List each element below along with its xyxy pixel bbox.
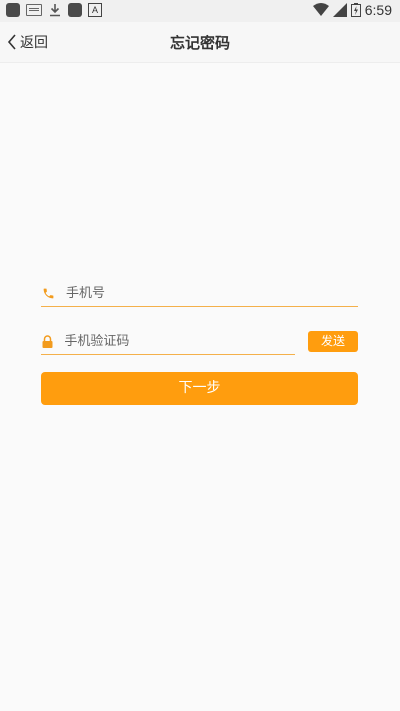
nav-bar: 返回 忘记密码	[0, 22, 400, 63]
battery-icon	[350, 3, 361, 17]
phone-icon	[41, 286, 55, 300]
status-bar-right: 6:59	[312, 2, 392, 18]
send-code-button[interactable]: 发送	[308, 331, 358, 352]
signal-icon	[332, 3, 347, 17]
phone-input[interactable]	[66, 285, 326, 301]
phone-field[interactable]	[41, 280, 358, 307]
verification-code-input[interactable]	[64, 333, 295, 349]
download-icon	[50, 4, 60, 17]
app-icon	[6, 3, 20, 17]
lock-icon	[41, 334, 53, 348]
next-step-button[interactable]: 下一步	[41, 372, 358, 405]
wifi-icon	[312, 3, 329, 16]
status-time: 6:59	[364, 2, 392, 18]
page-title: 忘记密码	[169, 34, 230, 52]
a-icon: A	[88, 3, 102, 17]
keyboard-icon	[26, 4, 42, 16]
verification-code-field[interactable]	[41, 328, 295, 355]
status-bar: A 6:59	[0, 0, 400, 22]
status-bar-left: A	[6, 3, 102, 17]
app-icon	[68, 3, 82, 17]
